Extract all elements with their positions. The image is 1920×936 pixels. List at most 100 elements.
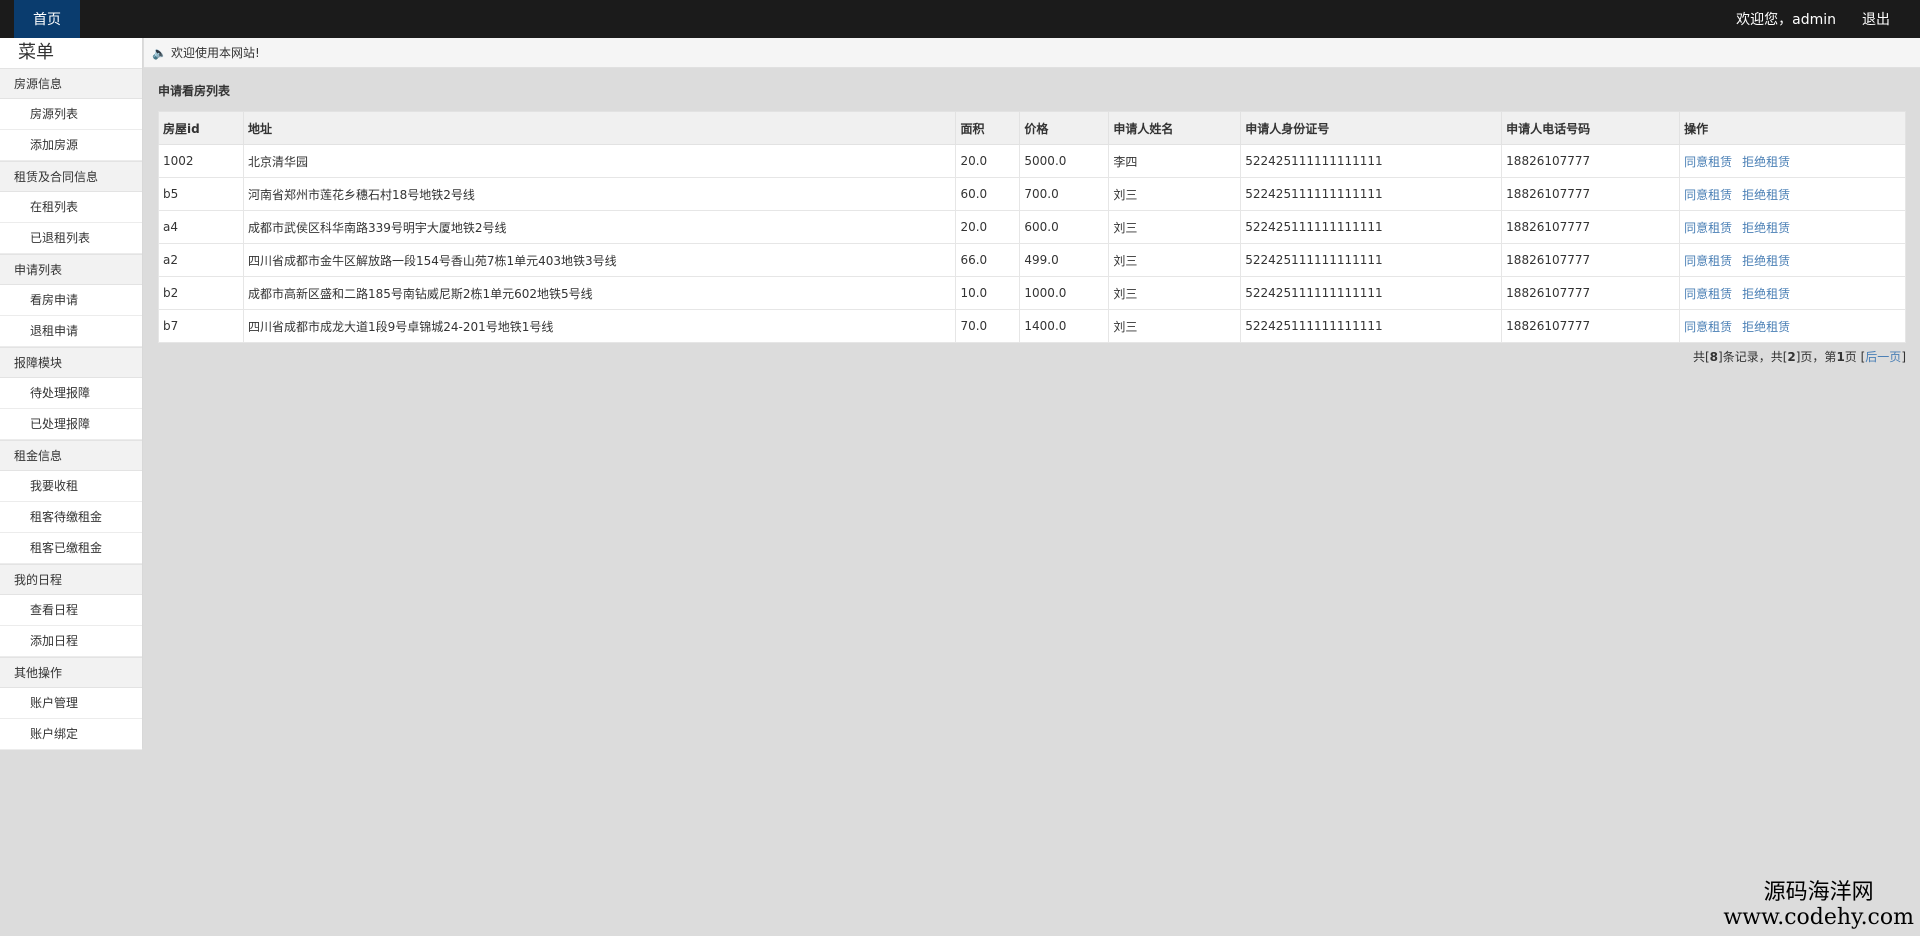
actions-cell: 同意租赁 拒绝租赁 [1679, 309, 1906, 343]
logout-link[interactable]: 退出 [1862, 9, 1890, 29]
column-header: 申请人身份证号 [1240, 111, 1503, 145]
home-tab[interactable]: 首页 [14, 0, 80, 38]
welcome-text: 欢迎您，admin [1736, 12, 1836, 28]
table-cell: 522425111111111111 [1240, 144, 1503, 178]
table-cell: 499.0 [1019, 243, 1110, 277]
menu-group-header: 报障模块 [0, 347, 142, 378]
pager-text: ] [1901, 350, 1906, 364]
table-cell: 刘三 [1108, 309, 1242, 343]
sidebar-item[interactable]: 已退租列表 [0, 223, 142, 254]
table-cell: 1002 [158, 144, 244, 178]
table-cell: 522425111111111111 [1240, 177, 1503, 211]
agree-rental-link[interactable]: 同意租赁 [1684, 155, 1732, 169]
reject-rental-link[interactable]: 拒绝租赁 [1742, 254, 1790, 268]
agree-rental-link[interactable]: 同意租赁 [1684, 287, 1732, 301]
agree-rental-link[interactable]: 同意租赁 [1684, 188, 1732, 202]
table-cell: 四川省成都市成龙大道1段9号卓锦城24-201号地铁1号线 [242, 309, 957, 343]
sidebar-item[interactable]: 待处理报障 [0, 378, 142, 409]
table-cell: a4 [158, 210, 244, 244]
total-pages: 2 [1787, 350, 1796, 364]
table-header-row: 房屋id 地址 面积 价格 申请人姓名 申请人身份证号 申请人电话号码 操作 [158, 111, 1906, 145]
table-cell: 5000.0 [1019, 144, 1110, 178]
current-page: 1 [1836, 350, 1845, 364]
actions-cell: 同意租赁 拒绝租赁 [1679, 243, 1906, 277]
actions-cell: 同意租赁 拒绝租赁 [1679, 276, 1906, 310]
actions-cell: 同意租赁 拒绝租赁 [1679, 177, 1906, 211]
table-cell: 522425111111111111 [1240, 276, 1503, 310]
column-header: 面积 [955, 111, 1021, 145]
sidebar-item[interactable]: 租客待缴租金 [0, 502, 142, 533]
table-cell: 刘三 [1108, 210, 1242, 244]
table-cell: 成都市武侯区科华南路339号明宇大厦地铁2号线 [242, 210, 957, 244]
table-cell: 李四 [1108, 144, 1242, 178]
table-cell: 70.0 [955, 309, 1021, 343]
sidebar-item[interactable]: 租客已缴租金 [0, 533, 142, 564]
sidebar-item[interactable]: 房源列表 [0, 99, 142, 130]
next-page-link[interactable]: 后一页 [1865, 350, 1901, 364]
agree-rental-link[interactable]: 同意租赁 [1684, 254, 1732, 268]
table-cell: b2 [158, 276, 244, 310]
actions-cell: 同意租赁 拒绝租赁 [1679, 144, 1906, 178]
sidebar-item[interactable]: 账户绑定 [0, 719, 142, 750]
table-cell: b7 [158, 309, 244, 343]
table-cell: 66.0 [955, 243, 1021, 277]
table-row: b7 四川省成都市成龙大道1段9号卓锦城24-201号地铁1号线 70.0 1400.… [158, 309, 1906, 343]
table-cell: 60.0 [955, 177, 1021, 211]
user-area: 欢迎您，admin 退出 [1736, 0, 1890, 38]
notice-text: 欢迎使用本网站! [170, 46, 260, 60]
table-cell: 成都市高新区盛和二路185号南钻威尼斯2栋1单元602地铁5号线 [242, 276, 957, 310]
column-header: 房屋id [158, 111, 244, 145]
sidebar-item[interactable]: 在租列表 [0, 192, 142, 223]
pager-text: ]页，第 [1795, 350, 1837, 364]
sidebar-item[interactable]: 退租申请 [0, 316, 142, 347]
sidebar-item[interactable]: 看房申请 [0, 285, 142, 316]
table-cell: 18826107777 [1501, 276, 1681, 310]
table-row: b5 河南省郑州市莲花乡穗石村18号地铁2号线 60.0 700.0 刘三 5224251… [158, 177, 1906, 211]
agree-rental-link[interactable]: 同意租赁 [1684, 221, 1732, 235]
viewing-requests-table: 房屋id 地址 面积 价格 申请人姓名 申请人身份证号 申请人电话号码 操作 1002 北京清华… [158, 111, 1906, 343]
menu-group-header: 申请列表 [0, 254, 142, 285]
pager-text: ]条记录，共[ [1718, 350, 1788, 364]
column-header: 价格 [1019, 111, 1110, 145]
reject-rental-link[interactable]: 拒绝租赁 [1742, 320, 1790, 334]
column-header: 操作 [1679, 111, 1906, 145]
table-cell: 522425111111111111 [1240, 243, 1503, 277]
sidebar-item[interactable]: 添加房源 [0, 130, 142, 161]
table-row: a4 成都市武侯区科华南路339号明宇大厦地铁2号线 20.0 600.0 刘三 5224… [158, 210, 1906, 244]
table-cell: 四川省成都市金牛区解放路一段154号香山苑7栋1单元403地铁3号线 [242, 243, 957, 277]
table-cell: 522425111111111111 [1240, 210, 1503, 244]
table-cell: 20.0 [955, 144, 1021, 178]
actions-cell: 同意租赁 拒绝租赁 [1679, 210, 1906, 244]
menu-group-header: 其他操作 [0, 657, 142, 688]
table-row: a2 四川省成都市金牛区解放路一段154号香山苑7栋1单元403地铁3号线 66.0… [158, 243, 1906, 277]
reject-rental-link[interactable]: 拒绝租赁 [1742, 155, 1790, 169]
menu-group-header: 房源信息 [0, 68, 142, 99]
table-cell: 18826107777 [1501, 210, 1681, 244]
column-header: 申请人姓名 [1108, 111, 1242, 145]
sidebar-item[interactable]: 账户管理 [0, 688, 142, 719]
sidebar-item[interactable]: 我要收租 [0, 471, 142, 502]
table-cell: 20.0 [955, 210, 1021, 244]
table-cell: 刘三 [1108, 276, 1242, 310]
sidebar-item[interactable]: 已处理报障 [0, 409, 142, 440]
sidebar-item[interactable]: 查看日程 [0, 595, 142, 626]
watermark-cn: 源码海洋网 [1763, 880, 1874, 905]
sidebar-menu: 菜单 房源信息 房源列表 添加房源 租赁及合同信息 在租列表 已退租列表 申请列表 看房申请退… [0, 38, 143, 750]
reject-rental-link[interactable]: 拒绝租赁 [1742, 221, 1790, 235]
reject-rental-link[interactable]: 拒绝租赁 [1742, 287, 1790, 301]
reject-rental-link[interactable]: 拒绝租赁 [1742, 188, 1790, 202]
menu-group-header: 租金信息 [0, 440, 142, 471]
speaker-icon: 🔈 [152, 45, 167, 60]
total-records: 8 [1709, 350, 1719, 364]
table-cell: 522425111111111111 [1240, 309, 1503, 343]
pager-text: 页 [ [1844, 350, 1866, 364]
table-cell: 刘三 [1108, 243, 1242, 277]
table-cell: 600.0 [1019, 210, 1110, 244]
top-navbar: 首页 欢迎您，admin 退出 [0, 0, 1920, 38]
watermark-url: www.codehy.com [1723, 905, 1914, 930]
table-cell: 10.0 [955, 276, 1021, 310]
agree-rental-link[interactable]: 同意租赁 [1684, 320, 1732, 334]
sidebar-item[interactable]: 添加日程 [0, 626, 142, 657]
table-row: b2 成都市高新区盛和二路185号南钻威尼斯2栋1单元602地铁5号线 10.0 10… [158, 276, 1906, 310]
notice-bar: 🔈 欢迎使用本网站! [144, 38, 1920, 68]
